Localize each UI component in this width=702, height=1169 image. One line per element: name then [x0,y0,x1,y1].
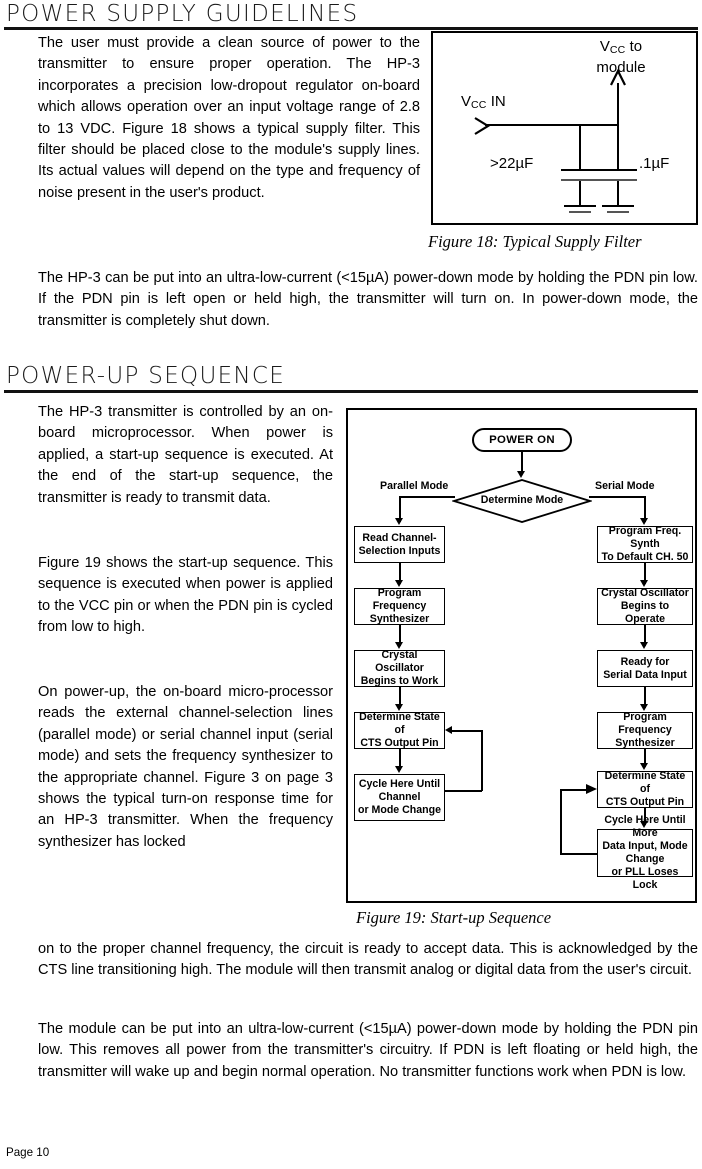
flowchart-arrowhead-feedback-left [445,726,452,734]
paragraph-cts-acknowledge: on to the proper channel frequency, the … [38,941,698,979]
flowchart-box-ready-for-serial-data-input: Ready for Serial Data Input [597,650,693,687]
flowchart-branch-label-serial-mode: Serial Mode [595,480,655,492]
figure-19-caption: Figure 19: Start-up Sequence [356,908,552,927]
figure-18-supply-filter-schematic: VCC to module VCC IN >22µF .1µF [431,31,698,225]
paragraph-power-down-mode: The HP-3 can be put into an ultra-low-cu… [38,270,698,329]
schematic-wire-cap2-lead [617,124,619,170]
flowchart-arrowhead-to-decision [517,471,525,478]
ground-symbol-2-bar1 [602,205,634,207]
flowchart-arrowhead-right-branch [640,518,648,525]
paragraph-power-supply-intro: The user must provide a clean source of … [38,35,420,201]
ground-symbol-2-bar2 [607,211,629,213]
flowchart-arrowhead-l1-l2 [395,580,403,587]
section-heading-power-supply-guidelines: POWER SUPPLY GUIDELINES [6,1,359,27]
paragraph-microprocessor-control: The HP-3 transmitter is controlled by an… [38,404,333,506]
flowchart-branch-label-parallel-mode: Parallel Mode [380,480,449,492]
section-heading-power-up-sequence: POWER-UP SEQUENCE [6,363,286,389]
paragraph-power-up-read-channel: On power-up, the on-board micro-processo… [38,684,333,850]
flowchart-feedback-left-h-bottom [445,790,482,792]
flowchart-feedback-right-h-bottom [560,853,598,855]
capacitor-1-top-plate [561,169,599,171]
flowchart-box-crystal-oscillator-begins-to-operate: Crystal Oscillator Begins to Operate [597,587,693,625]
flowchart-box-determine-state-of-cts-output-pin-serial: Determine State of CTS Output Pin [597,770,693,808]
flowchart-arrowhead-l3-l4 [395,704,403,711]
flowchart-arrowhead-r3-r4 [640,704,648,711]
flowchart-arrowhead-r4-r5 [640,763,648,770]
flowchart-connector-left-branch-h [399,496,455,498]
flowchart-box-program-freq-synth-default-ch50: Program Freq. Synth To Default CH. 50 [597,525,693,563]
capacitor-2-value-label: .1µF [639,155,670,172]
heading-rule-2 [4,390,698,393]
document-page: POWER SUPPLY GUIDELINES The user must pr… [0,0,702,1169]
capacitor-1-value-label: >22µF [490,155,534,172]
vcc-to-label-line1: VCC to [599,38,643,56]
figure-19-startup-sequence-flowchart: POWER ON Determine Mode Parallel Mode Se… [346,408,697,903]
schematic-wire-output-riser [617,83,619,125]
flowchart-connector-right-branch-h [589,496,645,498]
capacitor-2-top-plate [599,169,637,171]
flowchart-arrowhead-r2-r3 [640,642,648,649]
flowchart-box-program-frequency-synthesizer-serial: Program Frequency Synthesizer [597,711,693,749]
flowchart-feedback-left-v [481,730,483,791]
schematic-wire-cap1-ground-lead [579,181,581,206]
flowchart-arrowhead-left-branch [395,518,403,525]
output-arrow-up-icon [610,69,626,86]
flowchart-box-determine-state-of-cts-output-pin-parallel: Determine State of CTS Output Pin [354,711,445,749]
flowchart-arrowhead-l4-l5 [395,766,403,773]
schematic-wire-supply-rail [485,124,618,126]
paragraph-module-power-down: The module can be put into an ultra-low-… [38,1021,698,1080]
figure-18-caption: Figure 18: Typical Supply Filter [428,232,642,251]
flowchart-arrowhead-r1-r2 [640,580,648,587]
ground-symbol-1-bar1 [564,205,596,207]
flowchart-box-crystal-oscillator-begins-to-work: Crystal Oscillator Begins to Work [354,649,445,687]
flowchart-terminator-power-on: POWER ON [472,428,572,452]
flowchart-feedback-right-h-top [560,789,589,791]
heading-rule-1 [4,27,698,30]
flowchart-feedback-right-v [560,789,562,854]
flowchart-feedback-left-h-top [452,730,482,732]
paragraph-figure-19-reference: Figure 19 shows the start-up sequence. T… [38,555,333,636]
flowchart-box-read-channel-selection-inputs: Read Channel- Selection Inputs [354,526,445,563]
flowchart-decision-label: Determine Mode [480,494,564,506]
ground-symbol-1-bar2 [569,211,591,213]
schematic-label-vcc-in: VCC IN [461,93,506,111]
schematic-wire-cap1-lead [579,124,581,170]
page-footer-label: Page 10 [6,1146,50,1159]
flowchart-arrowhead-feedback-right [586,784,597,794]
flowchart-box-program-frequency-synthesizer-parallel: Program Frequency Synthesizer [354,587,445,625]
flowchart-box-cycle-here-until-more-data-input: Cycle Here Until More Data Input, Mode Ch… [597,814,693,891]
input-terminal-chevron-icon [474,117,491,135]
schematic-wire-cap2-ground-lead [617,181,619,206]
flowchart-arrowhead-l2-l3 [395,642,403,649]
flowchart-box-cycle-here-until-channel-or-mode-change: Cycle Here Until Channel or Mode Change [354,774,445,821]
